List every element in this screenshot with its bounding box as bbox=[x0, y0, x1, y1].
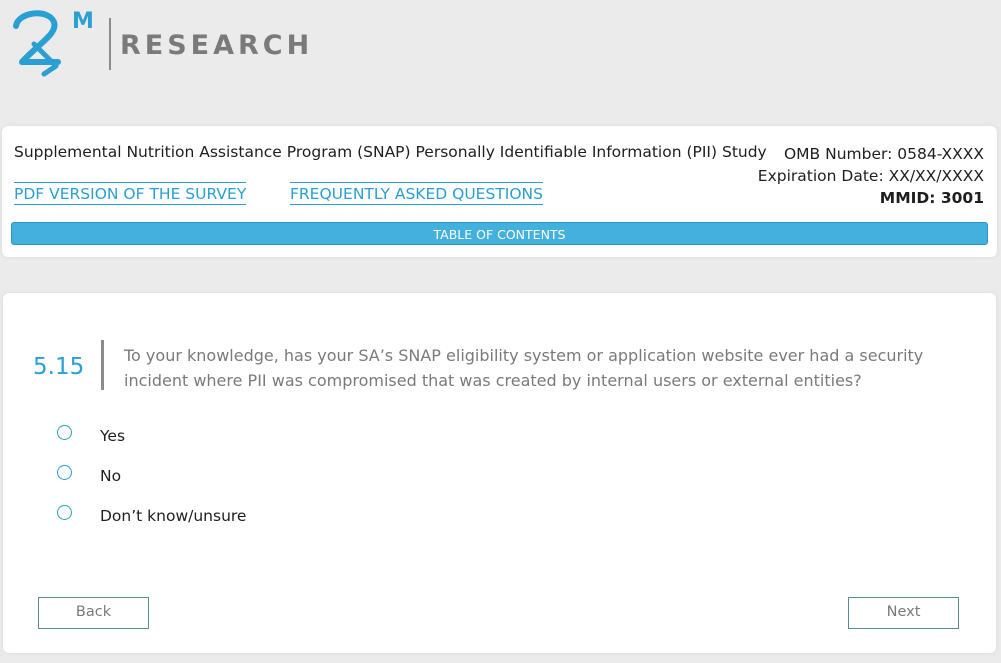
omb-number: OMB Number: 0584-XXXX bbox=[783, 145, 984, 163]
survey-header: Supplemental Nutrition Assistance Progra… bbox=[2, 126, 997, 257]
omb-info: OMB Number: 0584-XXXX Expiration Date: X… bbox=[758, 143, 984, 209]
back-button[interactable]: Back bbox=[38, 597, 149, 629]
question-text: To your knowledge, has your SA’s SNAP el… bbox=[124, 346, 924, 390]
pdf-version-link[interactable]: PDF VERSION OF THE SURVEY bbox=[14, 182, 247, 205]
radio-button[interactable] bbox=[57, 425, 72, 440]
logo-superscript: M bbox=[72, 9, 94, 34]
expiration-date: Expiration Date: XX/XX/XXXX bbox=[757, 167, 984, 185]
logo-divider bbox=[109, 18, 111, 70]
logo-wordmark: RESEARCH bbox=[120, 30, 314, 61]
question-divider bbox=[101, 340, 104, 390]
mmid: MMID: 3001 bbox=[879, 189, 984, 207]
logo-2m-mark: M bbox=[13, 9, 94, 77]
faq-link[interactable]: FREQUENTLY ASKED QUESTIONS bbox=[290, 182, 543, 205]
brand-logo: M RESEARCH bbox=[8, 4, 309, 84]
radio-button[interactable] bbox=[57, 505, 72, 520]
table-of-contents-button[interactable]: TABLE OF CONTENTS bbox=[11, 222, 988, 245]
question-number: 5.15 bbox=[33, 354, 85, 380]
question-card: 5.15 To your knowledge, has your SA’s SN… bbox=[3, 293, 996, 653]
radio-button[interactable] bbox=[57, 465, 72, 480]
option-label: No bbox=[100, 467, 122, 485]
option-label: Yes bbox=[100, 427, 126, 445]
option-label: Don’t know/unsure bbox=[100, 507, 247, 525]
next-button[interactable]: Next bbox=[848, 597, 959, 629]
study-title: Supplemental Nutrition Assistance Progra… bbox=[14, 143, 767, 161]
